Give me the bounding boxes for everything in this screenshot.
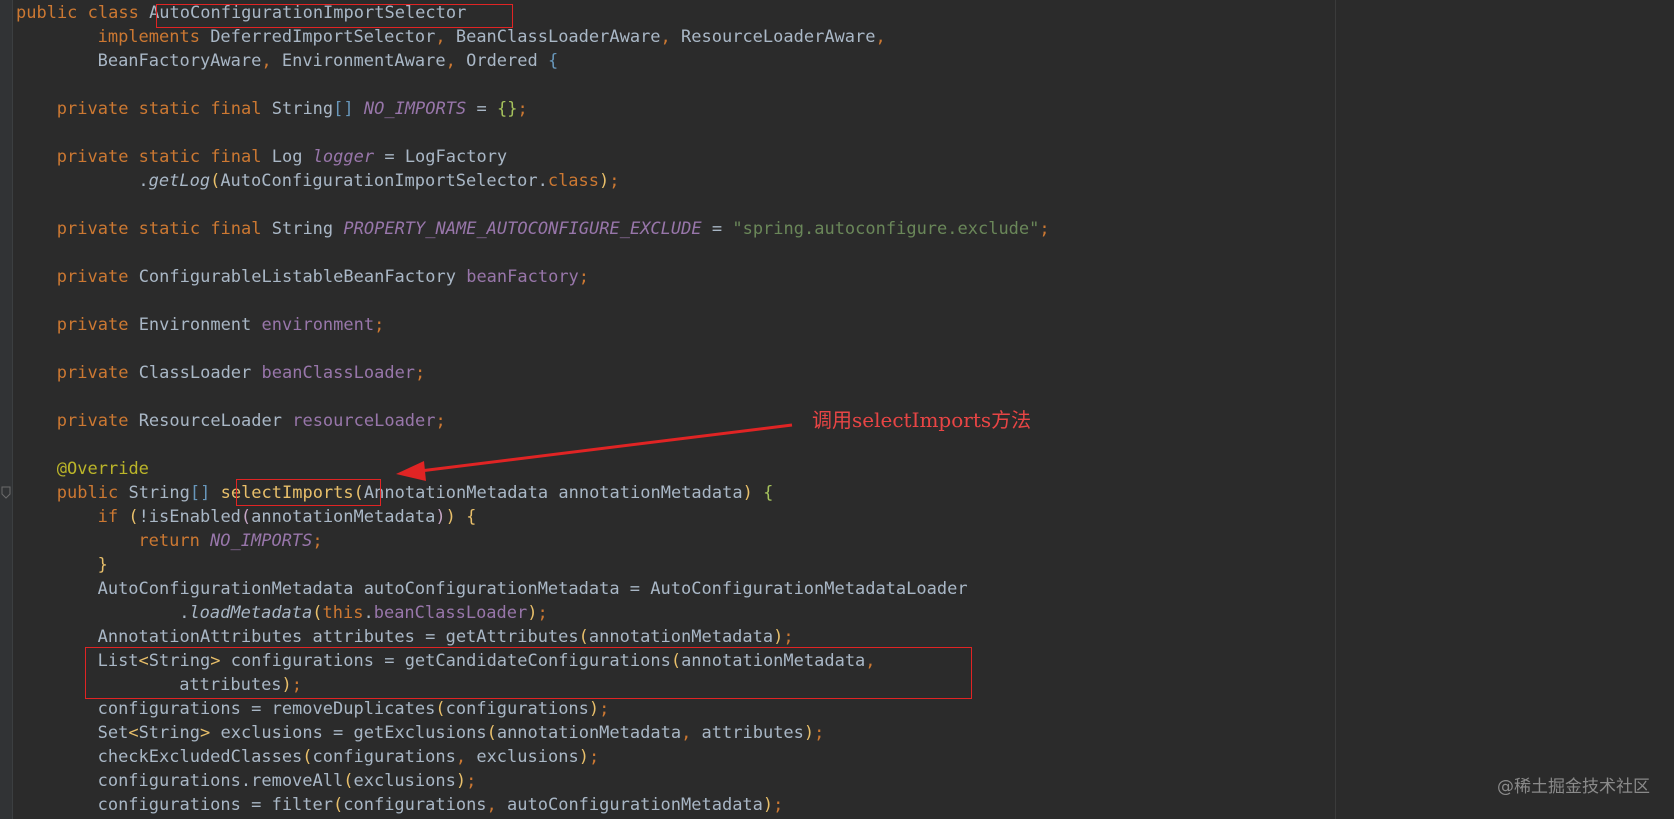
watermark: @稀土掘金技术社区 <box>1497 777 1650 797</box>
code-editor[interactable]: public class AutoConfigurationImportSele… <box>0 0 1674 819</box>
annotation-note: 调用selectImports方法 <box>812 408 1032 432</box>
